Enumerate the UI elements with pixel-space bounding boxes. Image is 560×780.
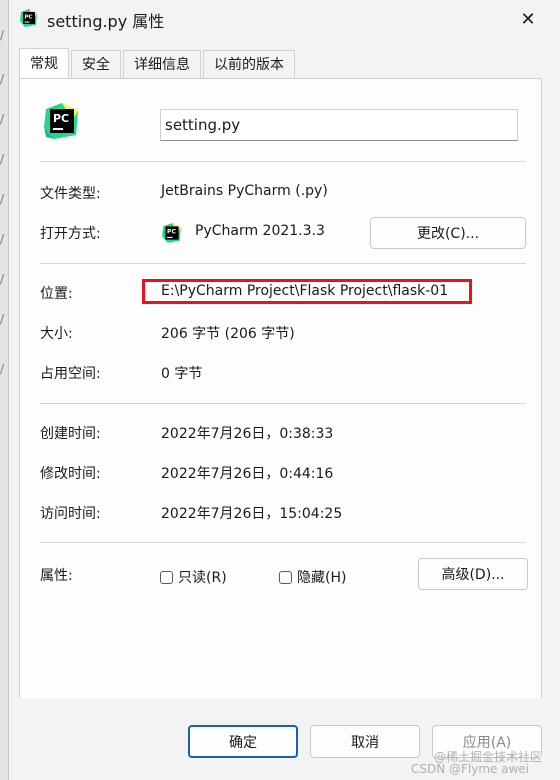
file-name-input[interactable] (160, 109, 518, 141)
location-value: E:\PyCharm Project\Flask Project\flask-0… (161, 283, 449, 299)
tab-bar: 常规 安全 详细信息 以前的版本 (19, 48, 297, 79)
title-bar[interactable]: PC setting.py 属性 ✕ (9, 0, 560, 38)
background-mark: / (0, 112, 5, 126)
size-label: 大小: (40, 326, 73, 342)
window-title: setting.py 属性 (47, 12, 165, 31)
background-mark: / (0, 232, 5, 246)
watermark-line2: CSDN @Flyme awei (411, 762, 530, 776)
pycharm-icon-text: PC (53, 112, 69, 125)
separator (40, 542, 526, 543)
pycharm-icon-text: PC (25, 15, 33, 21)
file-type-value: JetBrains PyCharm (.py) (161, 183, 328, 199)
size-value: 206 字节 (206 字节) (161, 326, 295, 342)
opens-with-value: PyCharm 2021.3.3 (195, 223, 325, 239)
cancel-button[interactable]: 取消 (310, 725, 420, 758)
properties-dialog: PC setting.py 属性 ✕ 常规 安全 详细信息 以前的版本 PC 文… (8, 0, 560, 780)
readonly-checkbox[interactable] (160, 570, 173, 584)
separator (40, 161, 526, 162)
accessed-label: 访问时间: (40, 506, 101, 522)
accessed-value: 2022年7月26日，15:04:25 (161, 506, 343, 522)
pycharm-icon-text: PC (167, 229, 176, 236)
ok-button[interactable]: 确定 (188, 725, 298, 758)
background-mark: / (0, 312, 5, 326)
separator (40, 403, 526, 404)
tab-previous-versions[interactable]: 以前的版本 (203, 50, 295, 79)
background-mark: / (0, 72, 5, 86)
background-mark: / (0, 192, 5, 206)
readonly-checkbox-row[interactable]: 只读(R) (160, 567, 227, 587)
background-mark: / (0, 272, 5, 286)
close-button[interactable]: ✕ (513, 4, 543, 34)
pycharm-icon: PC (44, 103, 78, 139)
change-button[interactable]: 更改(C)... (370, 217, 526, 249)
general-panel: PC 文件类型: JetBrains PyCharm (.py) 打开方式: P… (19, 78, 542, 700)
size-on-disk-label: 占用空间: (40, 366, 101, 382)
separator (40, 263, 526, 264)
advanced-button[interactable]: 高级(D)... (418, 558, 528, 590)
close-icon: ✕ (520, 8, 536, 30)
modified-value: 2022年7月26日，0:44:16 (161, 466, 334, 482)
file-type-label: 文件类型: (40, 186, 101, 202)
hidden-checkbox-row[interactable]: 隐藏(H) (279, 567, 346, 587)
tab-security[interactable]: 安全 (71, 50, 121, 79)
location-label: 位置: (40, 286, 73, 302)
modified-label: 修改时间: (40, 466, 101, 482)
readonly-label: 只读(R) (178, 570, 227, 586)
hidden-checkbox[interactable] (279, 570, 292, 584)
background-mark: / (0, 28, 5, 42)
created-label: 创建时间: (40, 426, 101, 442)
tab-details[interactable]: 详细信息 (123, 50, 201, 79)
background-mark: / (0, 152, 5, 166)
pycharm-icon: PC (20, 9, 37, 27)
pycharm-icon: PC (162, 223, 181, 243)
background-mark: / (0, 362, 5, 376)
tab-general[interactable]: 常规 (19, 48, 69, 79)
created-value: 2022年7月26日，0:38:33 (161, 426, 334, 442)
opens-with-label: 打开方式: (40, 226, 101, 242)
attributes-label: 属性: (40, 568, 73, 584)
hidden-label: 隐藏(H) (297, 570, 347, 586)
size-on-disk-value: 0 字节 (161, 366, 203, 382)
